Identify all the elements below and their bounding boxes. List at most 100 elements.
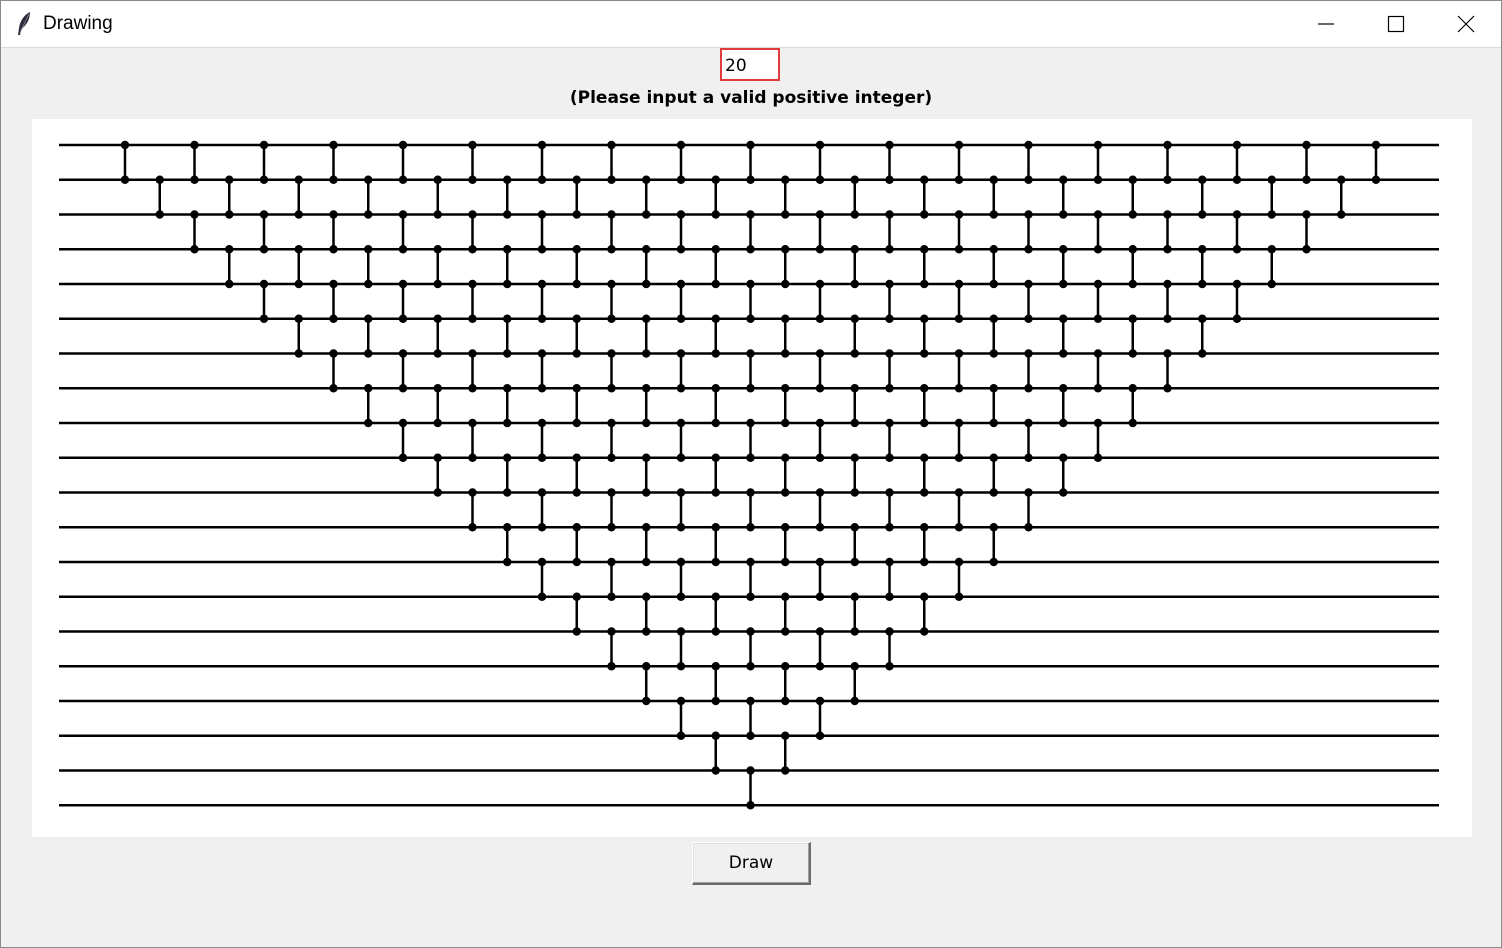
comparator-node xyxy=(885,314,894,323)
comparator-node xyxy=(1059,488,1068,497)
comparator xyxy=(781,662,790,706)
comparator-node xyxy=(815,418,825,428)
comparator-node xyxy=(885,453,894,462)
comparator-node xyxy=(1232,279,1242,289)
comparator xyxy=(190,210,199,254)
comparator xyxy=(1093,140,1103,184)
comparator xyxy=(920,245,929,289)
comparator-node xyxy=(364,418,373,428)
comparator-node xyxy=(1024,349,1033,358)
comparator-node xyxy=(920,557,929,567)
comparator-node xyxy=(1267,210,1276,219)
comparator xyxy=(259,279,269,323)
comparator-node xyxy=(468,384,477,393)
comparator-node xyxy=(607,349,616,358)
comparator-node xyxy=(433,245,442,254)
comparator-node xyxy=(607,314,616,323)
comparator-node xyxy=(746,418,755,428)
comparator xyxy=(746,627,755,671)
comparator-node xyxy=(746,662,755,671)
comparator-node xyxy=(1163,279,1172,289)
comparator-node xyxy=(781,766,790,775)
comparator xyxy=(503,453,512,497)
comparator-node xyxy=(711,662,720,671)
comparator-node xyxy=(1093,453,1103,462)
comparator-node xyxy=(607,279,616,289)
comparator xyxy=(259,210,269,254)
comparator-node xyxy=(746,523,755,532)
comparator xyxy=(572,453,581,497)
comparator-node xyxy=(155,175,164,184)
comparator-node xyxy=(1024,384,1033,393)
comparator xyxy=(850,314,859,358)
comparator-node xyxy=(259,314,269,323)
comparator xyxy=(711,314,720,358)
comparator xyxy=(572,314,581,358)
comparator xyxy=(781,453,790,497)
minimize-button[interactable] xyxy=(1291,1,1361,47)
comparator-node xyxy=(1302,140,1311,150)
comparator xyxy=(1302,210,1311,254)
comparator-node xyxy=(711,210,720,219)
comparator xyxy=(1232,279,1242,323)
comparator-node xyxy=(920,627,929,636)
comparator-node xyxy=(1198,314,1207,323)
comparator-node xyxy=(1163,245,1172,254)
comparator xyxy=(1163,140,1172,184)
comparator-node xyxy=(781,696,790,706)
comparator-node xyxy=(607,488,616,497)
comparator-node xyxy=(572,279,581,289)
comparator xyxy=(815,210,825,254)
comparator-node xyxy=(746,557,755,567)
comparator-node xyxy=(607,140,616,150)
maximize-button[interactable] xyxy=(1361,1,1431,47)
comparator-node xyxy=(676,349,686,358)
comparator xyxy=(746,766,755,810)
comparator-node xyxy=(676,453,686,462)
comparator-node xyxy=(642,349,651,358)
comparator xyxy=(537,418,547,462)
comparator-node xyxy=(1302,175,1311,184)
comparator-node xyxy=(815,557,825,567)
comparator-node xyxy=(815,384,825,393)
title-bar[interactable]: Drawing xyxy=(1,1,1501,48)
comparator-node xyxy=(503,557,512,567)
comparator-node xyxy=(642,662,651,671)
comparator xyxy=(815,488,825,532)
comparator-node xyxy=(1198,245,1207,254)
comparator xyxy=(746,210,755,254)
comparator-node xyxy=(989,175,998,184)
comparator xyxy=(120,140,130,184)
comparator-node xyxy=(815,349,825,358)
comparator-node xyxy=(989,349,998,358)
comparator-node xyxy=(503,175,512,184)
comparator xyxy=(676,627,686,671)
drawing-canvas[interactable] xyxy=(32,119,1472,837)
comparator xyxy=(711,523,720,567)
comparator xyxy=(989,523,998,567)
comparator-node xyxy=(954,140,964,150)
comparator xyxy=(885,418,894,462)
comparator-node xyxy=(746,488,755,497)
comparator-node xyxy=(607,245,616,254)
close-button[interactable] xyxy=(1431,1,1501,47)
input-hint: (Please input a valid positive integer) xyxy=(569,88,933,108)
comparator-node xyxy=(642,418,651,428)
comparator xyxy=(642,592,651,636)
comparator xyxy=(607,210,616,254)
comparator xyxy=(294,314,303,358)
comparator-node xyxy=(954,557,964,567)
comparator xyxy=(364,245,373,289)
comparator-node xyxy=(746,245,755,254)
comparator xyxy=(676,140,686,184)
comparator-node xyxy=(642,279,651,289)
comparator-node xyxy=(329,384,338,393)
comparator xyxy=(468,349,477,393)
draw-button[interactable]: Draw xyxy=(692,842,811,885)
comparator-node xyxy=(468,210,477,219)
wire-count-input[interactable] xyxy=(720,48,780,81)
comparator-node xyxy=(607,523,616,532)
comparator xyxy=(746,696,755,740)
comparator xyxy=(989,384,998,428)
comparator xyxy=(815,418,825,462)
